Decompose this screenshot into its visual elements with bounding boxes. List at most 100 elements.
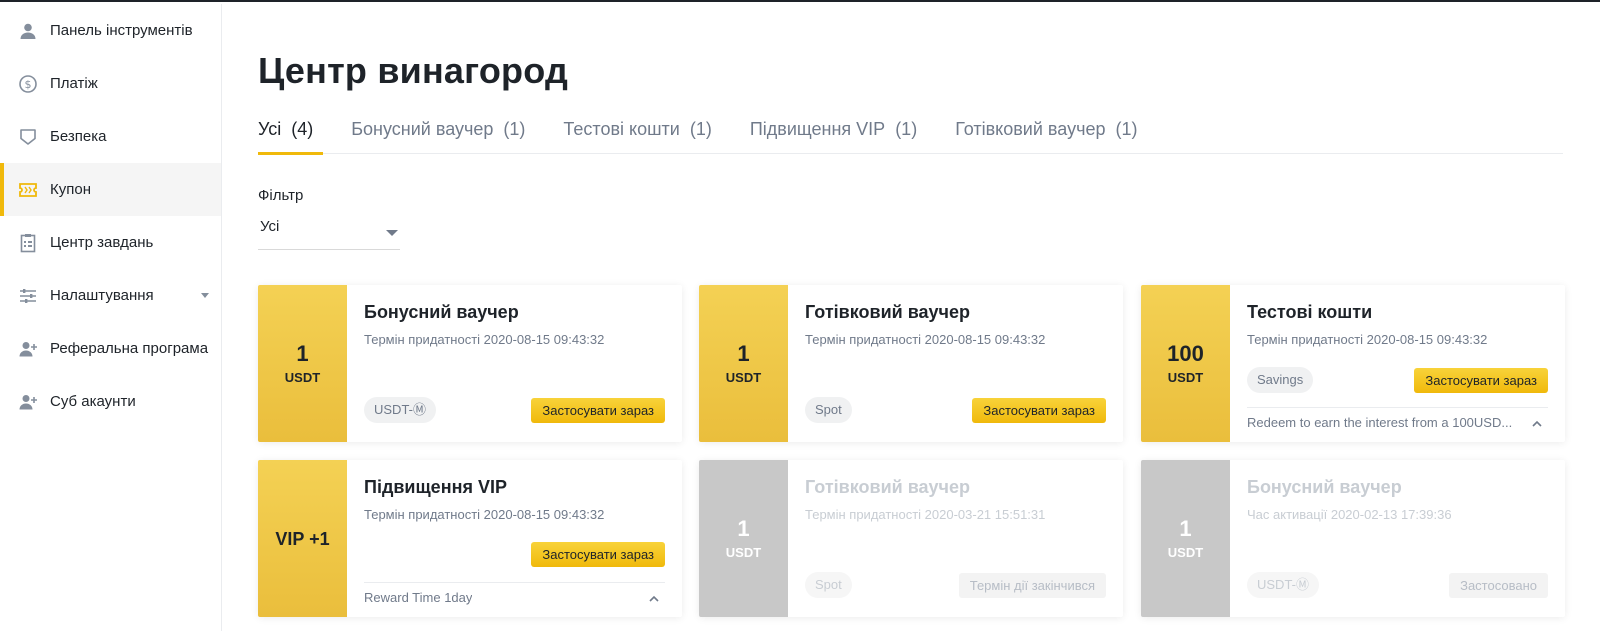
sidebar-item-label: Платіж (50, 75, 98, 92)
sidebar-item-label: Купон (50, 181, 91, 198)
apply-now-button[interactable]: Застосувати зараз (1414, 368, 1548, 393)
coupon-amount-panel: VIP +1 (258, 460, 347, 617)
tab-count: (4) (291, 119, 314, 139)
coupon-title: Бонусний ваучер (364, 302, 519, 322)
page-title: Центр винагород (258, 50, 569, 91)
chevron-down-icon[interactable] (201, 293, 209, 298)
coupon-date: Термін придатності 2020-08-15 09:43:32 (364, 332, 605, 347)
filter-label: Фільтр (258, 187, 304, 204)
coupon-tag: Spot (805, 397, 852, 423)
sidebar-item-coupon[interactable]: Купон (0, 163, 221, 216)
coupon-description: Redeem to earn the interest from a 100US… (1247, 415, 1513, 430)
chevron-up-icon[interactable] (1531, 417, 1543, 429)
sidebar-item-payment[interactable]: $ Платіж (0, 57, 221, 110)
tab-label: Готівковий ваучер (955, 119, 1106, 139)
coupon-card: 1 USDT Готівковий ваучер Термін придатно… (699, 285, 1123, 442)
tab-label: Бонусний ваучер (351, 119, 494, 139)
chevron-down-icon (386, 230, 398, 236)
coupon-title: Бонусний ваучер (1247, 477, 1402, 497)
sliders-icon (18, 286, 38, 306)
tab-bar: Усі (4) Бонусний ваучер (1) Тестові кошти (… (258, 114, 1563, 155)
coupon-amount: 1 (737, 341, 750, 366)
coupon-tag: USDT-Ⓜ (1247, 572, 1320, 598)
chevron-up-icon[interactable] (648, 592, 660, 604)
coupon-amount: 100 (1167, 341, 1204, 366)
expired-status-button: Термін дії закінчився (958, 573, 1106, 598)
coupon-card: VIP +1 Підвищення VIP Термін придатності… (258, 460, 682, 617)
coupon-date: Термін придатності 2020-03-21 15:51:31 (805, 507, 1046, 522)
tab-label: Підвищення VIP (749, 119, 886, 139)
coupon-title: Готівковий ваучер (805, 477, 971, 497)
sidebar-item-sub-accounts[interactable]: Суб акаунти (0, 375, 221, 428)
card-divider (1247, 407, 1548, 408)
tab-vip-upgrade[interactable]: Підвищення VIP (1) (750, 114, 917, 154)
ticket-icon (18, 180, 38, 200)
tab-count: (1) (689, 119, 712, 139)
coupon-card: 1 USDT Бонусний ваучер Термін придатност… (258, 285, 682, 442)
coupon-amount-panel: 1 USDT (258, 285, 347, 442)
apply-now-button[interactable]: Застосувати зараз (972, 398, 1106, 423)
sidebar-item-task-center[interactable]: Центр завдань (0, 216, 221, 269)
coupon-date: Термін придатності 2020-08-15 09:43:32 (1247, 332, 1488, 347)
clipboard-icon (18, 233, 38, 253)
applied-status-button: Застосовано (1449, 573, 1548, 598)
coupon-date: Термін придатності 2020-08-15 09:43:32 (805, 332, 1046, 347)
coupon-title: Тестові кошти (1247, 302, 1373, 322)
tab-count: (1) (895, 119, 918, 139)
coupon-unit: USDT (725, 545, 762, 560)
coupon-title: Підвищення VIP (364, 477, 507, 497)
user-icon (18, 21, 38, 41)
tab-bonus-voucher[interactable]: Бонусний ваучер (1) (351, 114, 525, 154)
coupon-amount: 1 (1179, 516, 1192, 541)
coupon-amount-panel: 100 USDT (1141, 285, 1230, 442)
tab-label: Тестові кошти (563, 119, 680, 139)
coupon-amount-panel: 1 USDT (1141, 460, 1230, 617)
apply-now-button[interactable]: Застосувати зараз (531, 542, 665, 567)
coupon-unit: USDT (284, 370, 321, 385)
coupon-date: Час активації 2020-02-13 17:39:36 (1247, 507, 1452, 522)
sidebar-item-label: Реферальна програма (50, 340, 209, 357)
card-divider (364, 582, 665, 583)
tab-count: (1) (503, 119, 526, 139)
coupon-amount: 1 (737, 516, 750, 541)
sidebar-item-label: Панель інструментів (50, 22, 193, 39)
svg-text:$: $ (25, 78, 32, 91)
sidebar-item-label: Безпека (50, 128, 107, 145)
tab-label: Усі (258, 119, 282, 139)
shield-icon (18, 127, 38, 147)
coupon-card-expired: 1 USDT Готівковий ваучер Термін придатно… (699, 460, 1123, 617)
tab-all[interactable]: Усі (4) (258, 114, 324, 155)
coupon-amount-panel: 1 USDT (699, 285, 788, 442)
sidebar-item-label: Налаштування (50, 287, 154, 304)
coupon-card: 100 USDT Тестові кошти Термін придатност… (1141, 285, 1565, 442)
sidebar-item-label: Центр завдань (50, 234, 154, 251)
dollar-circle-icon: $ (18, 74, 38, 94)
coupon-unit: USDT (725, 370, 762, 385)
tab-count: (1) (1115, 119, 1138, 139)
filter-value: Усі (260, 218, 280, 235)
coupon-date: Термін придатності 2020-08-15 09:43:32 (364, 507, 605, 522)
coupon-amount-panel: 1 USDT (699, 460, 788, 617)
coupon-tag: Savings (1247, 367, 1314, 393)
sidebar-item-referral[interactable]: Реферальна програма (0, 322, 221, 375)
coupon-unit: USDT (1167, 545, 1204, 560)
tab-test-funds[interactable]: Тестові кошти (1) (563, 114, 711, 154)
sidebar: Панель інструментів $ Платіж Безпека Куп… (0, 4, 222, 631)
coupon-tag: Spot (805, 572, 852, 598)
coupon-amount: VIP +1 (275, 528, 330, 549)
user-plus-icon (18, 339, 38, 359)
coupon-description: Reward Time 1day (364, 590, 473, 605)
tab-cash-voucher[interactable]: Готівковий ваучер (1) (955, 114, 1137, 154)
sidebar-item-label: Суб акаунти (50, 393, 136, 410)
sidebar-item-security[interactable]: Безпека (0, 110, 221, 163)
coupon-title: Готівковий ваучер (805, 302, 971, 322)
coupon-card-applied: 1 USDT Бонусний ваучер Час активації 202… (1141, 460, 1565, 617)
sidebar-item-dashboard[interactable]: Панель інструментів (0, 4, 221, 57)
coupon-amount: 1 (296, 341, 309, 366)
sidebar-item-settings[interactable]: Налаштування (0, 269, 221, 322)
user-plus-icon (18, 392, 38, 412)
apply-now-button[interactable]: Застосувати зараз (531, 398, 665, 423)
coupon-unit: USDT (1167, 370, 1204, 385)
coupon-tag: USDT-Ⓜ (364, 397, 437, 423)
filter-select[interactable]: Усі (258, 214, 400, 250)
